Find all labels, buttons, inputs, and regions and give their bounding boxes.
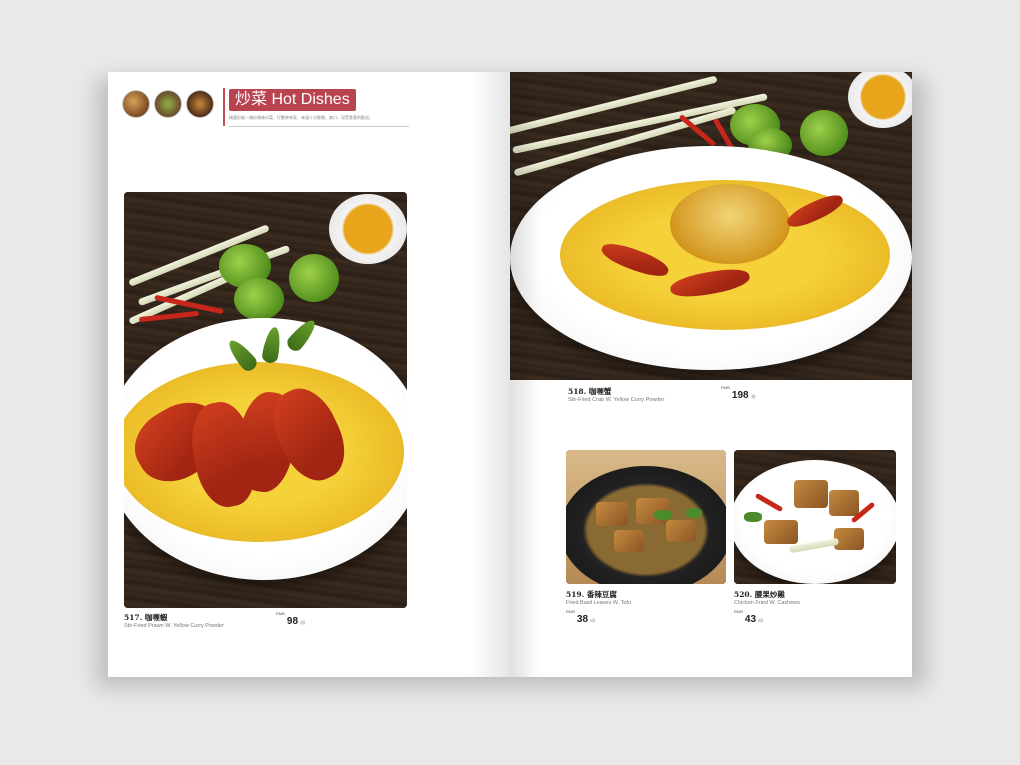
section-description: 精選彩椒一鍋炒辣味炒菜，打數神來家，味道十分鮮嫩，爽口，深受食客的歡迎。 — [229, 115, 373, 120]
dish-thumbnail — [154, 90, 182, 118]
right-page: 518. 咖喱蟹 Stir-Fried Crab W. Yellow Curry… — [510, 72, 912, 677]
dish-price: RMB198/份 — [721, 385, 756, 403]
price-unit: /份 — [758, 618, 764, 623]
dish-photo-520 — [734, 450, 896, 584]
dish-subtitle: Fried Basil Leaves W. Tofu — [566, 600, 632, 606]
dish-price: RMB38/份 — [566, 609, 595, 627]
dish-title: 518. 咖喱蟹 — [568, 387, 612, 396]
title-divider — [229, 126, 409, 127]
category-thumbnails — [122, 90, 214, 118]
currency-label: RMB — [734, 609, 743, 614]
currency-label: RMB — [566, 609, 575, 614]
price-value: 43 — [744, 614, 757, 625]
dish-thumbnail — [186, 90, 214, 118]
dish-photo-517 — [124, 192, 407, 608]
dish-subtitle: Chicken Fried W. Cashews — [734, 600, 801, 606]
dish-title: 520. 腰果炒雞 — [734, 590, 785, 599]
price-value: 98 — [286, 616, 299, 627]
dish-photo-519 — [566, 450, 726, 584]
section-title: 炒菜 Hot Dishes — [229, 89, 356, 111]
page-gutter-shadow — [510, 72, 540, 677]
price-value: 38 — [576, 614, 589, 625]
dish-thumbnail — [122, 90, 150, 118]
dish-title: 519. 香辣豆腐 — [566, 590, 617, 599]
price-unit: /份 — [300, 620, 306, 625]
price-value: 198 — [731, 390, 749, 401]
dish-subtitle: Stir-Fried Crab W. Yellow Curry Powder — [568, 397, 665, 403]
price-unit: /份 — [750, 394, 756, 399]
dish-price: RMB98/份 — [276, 611, 305, 629]
page-gutter-shadow — [470, 72, 510, 677]
left-page: 炒菜 Hot Dishes 精選彩椒一鍋炒辣味炒菜，打數神來家，味道十分鮮嫩，爽… — [108, 72, 510, 677]
dish-price: RMB43/份 — [734, 609, 763, 627]
currency-label: RMB — [721, 385, 730, 390]
dish-subtitle: Stir-Fried Prawn W. Yellow Curry Powder — [124, 623, 224, 629]
price-unit: /份 — [590, 618, 596, 623]
dish-photo-518 — [510, 72, 912, 380]
dish-title: 517. 咖喱蝦 — [124, 613, 168, 622]
currency-label: RMB — [276, 611, 285, 616]
title-accent-bar — [223, 88, 225, 126]
